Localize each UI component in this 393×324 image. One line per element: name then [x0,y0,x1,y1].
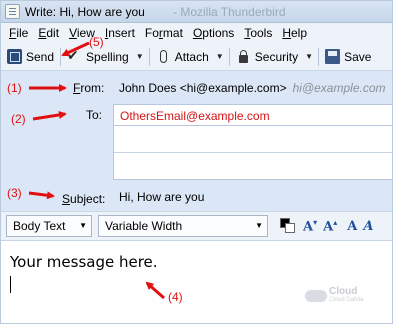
spelling-label: Spelling [86,49,129,64]
send-label: Send [26,49,55,64]
address-header: From: John Does <hi@example.com> hi@examp… [1,71,392,211]
to-value: OthersEmail@example.com [120,109,270,123]
to-label: To: [86,108,103,122]
cloud-icon [305,290,327,302]
compose-app-icon [5,4,20,19]
from-value: John Does <hi@example.com> [119,81,287,95]
subject-label: Subject: [62,192,106,206]
smaller-font-icon[interactable]: A▾ [300,218,320,234]
menu-insert[interactable]: Insert [100,23,140,43]
message-body[interactable]: Your message here. [1,241,392,323]
annotation-label-2: (2) [11,112,26,126]
send-button[interactable]: Send [3,45,58,69]
send-icon [7,49,22,64]
text-caret [10,276,11,293]
from-selector[interactable]: John Does <hi@example.com> hi@example.com [113,77,392,99]
watermark-sub: Cloud Dahlia [329,297,364,303]
recipient-row-divider [114,152,392,153]
message-text: Your message here. [10,253,158,271]
watermark-logo: Cloud Cloud Dahlia [305,287,365,305]
bold-icon[interactable]: A [344,219,360,234]
window-title: Write: Hi, How are you [25,5,145,19]
paragraph-style-select[interactable]: Body Text ▼ [6,215,92,237]
subject-value: Hi, How are you [119,190,205,204]
menu-edit[interactable]: Edit [33,23,64,43]
text-color-picker[interactable] [278,216,296,236]
attach-label: Attach [174,49,209,64]
annotation-label-5: (5) [89,35,104,49]
format-toolbar: Body Text ▼ Variable Width ▼ A▾ A▴ A A [1,211,392,241]
menu-file[interactable]: File [4,23,33,43]
save-icon [325,49,341,64]
attach-dropdown-arrow[interactable]: ▼ [213,45,227,69]
larger-font-icon[interactable]: A▴ [320,218,340,234]
title-bar: Write: Hi, How are you - Mozilla Thunder… [1,1,392,23]
paperclip-icon [156,49,171,64]
save-button[interactable]: Save [321,45,375,69]
chevron-down-icon: ▼ [79,221,87,230]
toolbar-separator [148,47,150,66]
from-hint: hi@example.com [292,81,386,95]
chevron-down-icon: ▼ [255,221,263,230]
spelling-dropdown-arrow[interactable]: ▼ [133,45,147,69]
lock-icon [236,49,251,64]
annotation-label-1: (1) [7,81,22,95]
to-field[interactable]: OthersEmail@example.com [113,104,392,126]
toolbar-separator [318,47,320,66]
compose-toolbar: Send Spelling ▼ Attach ▼ Security ▼ Save [1,43,392,71]
font-select[interactable]: Variable Width ▼ [98,215,268,237]
security-dropdown-arrow[interactable]: ▼ [302,45,316,69]
recipient-list[interactable] [113,126,392,180]
subject-field[interactable]: Hi, How are you [113,186,392,208]
annotation-label-4: (4) [168,290,183,304]
italic-icon[interactable]: A [360,219,376,234]
paragraph-style-value: Body Text [13,219,66,233]
toolbar-separator [60,47,62,66]
menu-format[interactable]: Format [140,23,188,43]
checkmark-icon [67,47,82,64]
security-label: Security [254,49,299,64]
menu-options[interactable]: Options [188,23,239,43]
save-label: Save [344,49,372,64]
font-value: Variable Width [105,219,183,233]
menu-tools[interactable]: Tools [239,23,277,43]
annotation-label-3: (3) [7,186,22,200]
compose-window: Write: Hi, How are you - Mozilla Thunder… [0,0,393,324]
background-color-swatch [285,223,295,233]
window-title-suffix: - Mozilla Thunderbird [173,5,286,19]
from-label: From: [73,81,105,95]
menu-help[interactable]: Help [277,23,312,43]
menu-bar: File Edit View Insert Format Options Too… [1,23,392,43]
attach-button[interactable]: Attach [152,45,213,69]
toolbar-separator [228,47,230,66]
security-button[interactable]: Security [232,45,302,69]
